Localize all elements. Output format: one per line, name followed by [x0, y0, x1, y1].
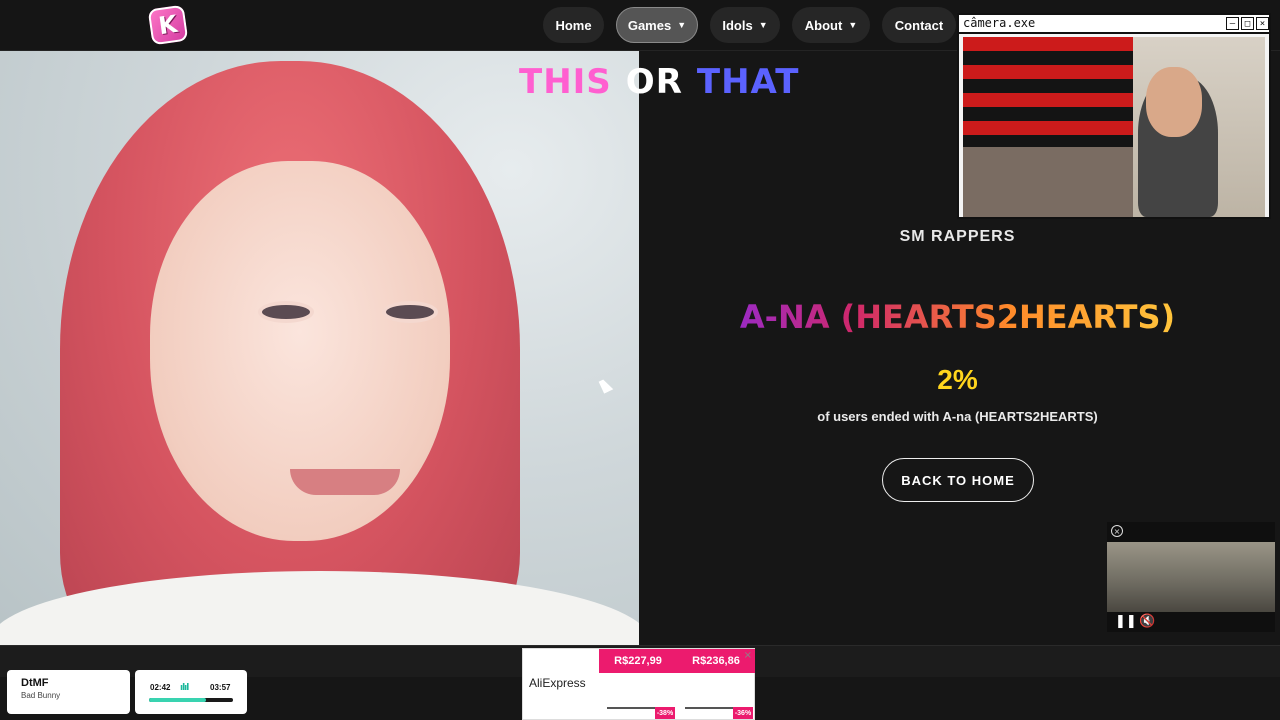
- result-percent: 2%: [937, 364, 978, 395]
- ad-brand: AliExpress: [529, 676, 586, 690]
- ad-price-1: R$227,99: [599, 649, 677, 673]
- total-time: 03:57: [210, 683, 231, 692]
- chevron-down-icon: ▼: [848, 20, 858, 30]
- chevron-down-icon: ▼: [677, 20, 687, 30]
- progress-fill: [149, 698, 207, 702]
- song-artist: Bad Bunny: [21, 691, 61, 700]
- maximize-icon[interactable]: □: [1241, 17, 1254, 30]
- ad-banner[interactable]: R$227,99 R$236,86 × AliExpress -38% -36%: [522, 648, 755, 720]
- pause-icon[interactable]: ❚❚: [1115, 614, 1137, 629]
- ad-product-image-1: [607, 677, 673, 709]
- nav-games-button[interactable]: Games ▼: [616, 7, 698, 43]
- camera-flag: [963, 37, 1133, 147]
- elapsed-time: 02:42: [150, 683, 171, 692]
- ad-discount-2: -36%: [733, 707, 753, 719]
- result-idol-name: A-NA (HEARTS2HEARTS): [700, 298, 1215, 336]
- title-word-that: THAT: [696, 62, 800, 102]
- camera-desk: [963, 147, 1133, 217]
- logo-letter: K: [156, 9, 180, 41]
- nav-home-button[interactable]: Home: [543, 7, 604, 43]
- close-icon[interactable]: ×: [1111, 525, 1123, 537]
- nav-contact-button[interactable]: Contact: [882, 7, 956, 43]
- photo-mouth: [290, 469, 400, 495]
- photo-eye-right: [382, 301, 438, 323]
- result-category: SM RAPPERS: [899, 228, 1016, 245]
- back-to-home-button[interactable]: BACK TO HOME: [882, 458, 1034, 502]
- video-frame: [1107, 542, 1275, 612]
- ad-discount-1: -38%: [655, 707, 675, 719]
- mini-video-player[interactable]: × ❚❚ 🔇: [1107, 522, 1275, 632]
- title-word-this: THIS: [519, 62, 612, 102]
- nav-idols-button[interactable]: Idols ▼: [710, 7, 780, 43]
- minimize-icon[interactable]: –: [1226, 17, 1239, 30]
- chevron-down-icon: ▼: [758, 20, 768, 30]
- song-title: DtMF: [21, 677, 49, 689]
- camera-window[interactable]: câmera.exe – □ ×: [957, 13, 1271, 219]
- nav-contact-label: Contact: [894, 17, 944, 33]
- now-playing-card: DtMF Bad Bunny: [7, 670, 130, 714]
- site-logo[interactable]: K: [147, 4, 189, 46]
- nav-about-button[interactable]: About ▼: [792, 7, 870, 43]
- mute-icon[interactable]: 🔇: [1139, 614, 1155, 629]
- game-title: THIS OR THAT: [519, 62, 799, 102]
- title-word-or: OR: [625, 62, 683, 102]
- close-icon[interactable]: ×: [1256, 17, 1269, 30]
- camera-person-head: [1146, 67, 1202, 137]
- camera-window-title: câmera.exe: [959, 15, 1269, 34]
- equalizer-icon: ılıl: [180, 683, 189, 693]
- nav-games-label: Games: [627, 17, 672, 33]
- nav-idols-label: Idols: [722, 17, 753, 33]
- camera-feed: [963, 37, 1265, 217]
- nav-about-label: About: [804, 17, 843, 33]
- music-progress-card: 02:42 ılıl 03:57: [135, 670, 247, 714]
- photo-eye-left: [258, 301, 314, 323]
- idol-photo: [0, 51, 639, 645]
- progress-track[interactable]: [149, 698, 233, 702]
- ad-product-image-2: [685, 677, 751, 709]
- ad-close-icon[interactable]: ×: [744, 650, 752, 661]
- nav-home-label: Home: [555, 17, 592, 33]
- result-description: of users ended with A-na (HEARTS2HEARTS): [817, 409, 1098, 424]
